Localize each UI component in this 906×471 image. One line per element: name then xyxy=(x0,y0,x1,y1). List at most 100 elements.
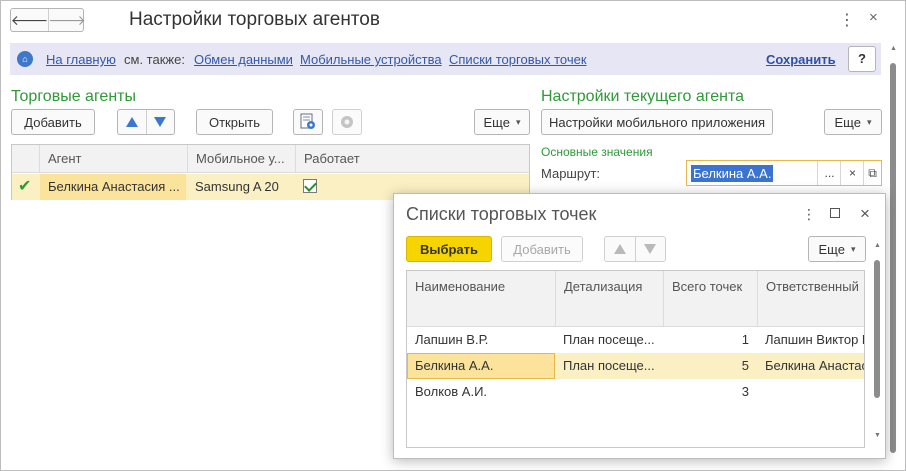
popup-title: Списки торговых точек xyxy=(406,204,597,224)
popup-maximize-icon[interactable] xyxy=(830,208,840,218)
save-link[interactable]: Сохранить xyxy=(766,52,836,67)
open-agent-button[interactable]: Открыть xyxy=(196,109,273,135)
arrow-up-icon xyxy=(125,117,138,127)
popup-move-buttons xyxy=(604,236,666,262)
checkmark-icon: ✔ xyxy=(18,178,32,195)
arrow-down-icon xyxy=(154,117,167,127)
move-buttons xyxy=(117,109,175,135)
app-window: 🡐 🡒 Настройки торговых агентов ⋮ × ⌂ На … xyxy=(0,0,906,471)
arrow-left-icon: 🡐 xyxy=(10,11,49,28)
command-bar: ⌂ На главную см. также: Обмен данными Мо… xyxy=(10,43,881,75)
chevron-down-icon: ▾ xyxy=(850,243,856,254)
column-header-active[interactable]: Работает xyxy=(295,145,531,173)
name-cell[interactable]: Лапшин В.Р. xyxy=(407,327,555,353)
detail-cell[interactable]: План посеще... xyxy=(555,353,663,379)
popup-close-icon[interactable]: × xyxy=(860,204,870,224)
route-clear-icon[interactable]: × xyxy=(840,161,864,185)
chevron-down-icon: ▾ xyxy=(866,116,872,127)
trade-points-popup: Списки торговых точек ⋮ × Выбрать Добави… xyxy=(393,193,886,459)
column-header-agent[interactable]: Агент xyxy=(39,145,187,173)
total-cell[interactable]: 3 xyxy=(663,379,757,405)
owner-cell[interactable] xyxy=(757,379,864,405)
more-label: Еще xyxy=(834,114,861,130)
route-open-icon[interactable]: ⧉ xyxy=(863,161,881,185)
route-value[interactable]: Белкина А.А. xyxy=(691,165,774,182)
agents-table-header: Агент Мобильное у... Работает xyxy=(12,145,529,173)
select-button[interactable]: Выбрать xyxy=(406,236,492,262)
move-up-button[interactable] xyxy=(118,110,146,134)
forward-button[interactable]: 🡒 xyxy=(48,9,86,31)
more-menu-icon[interactable]: ⋮ xyxy=(839,10,855,30)
main-scrollbar[interactable]: ▲ xyxy=(887,43,899,459)
title-bar: 🡐 🡒 Настройки торговых агентов ⋮ × xyxy=(1,1,905,39)
route-field[interactable]: Белкина А.А. ... × ⧉ xyxy=(686,160,882,186)
agents-section-title: Торговые агенты xyxy=(11,88,136,105)
trade-points-table: Наименование Детализация Всего точек Отв… xyxy=(406,270,865,448)
gear-action-button[interactable] xyxy=(332,109,362,135)
name-cell[interactable]: Белкина А.А. xyxy=(407,353,555,379)
column-header-device[interactable]: Мобильное у... xyxy=(187,145,295,173)
popup-scrollbar[interactable]: ▲ ▼ xyxy=(871,242,883,448)
table-row[interactable]: Лапшин В.Р. План посеще... 1 Лапшин Викт… xyxy=(407,327,864,353)
active-checkbox[interactable] xyxy=(303,179,317,193)
more-label: Еще xyxy=(818,241,845,257)
trade-points-lists-link[interactable]: Списки торговых точек xyxy=(449,52,587,67)
popup-more-icon[interactable]: ⋮ xyxy=(802,206,816,223)
owner-cell[interactable]: Белкина Анастася xyxy=(757,353,864,379)
device-cell[interactable]: Samsung A 20 xyxy=(187,174,295,200)
settings-action-button[interactable] xyxy=(293,109,323,135)
move-down-button[interactable] xyxy=(145,110,175,134)
scroll-up-icon[interactable]: ▲ xyxy=(890,45,897,52)
trade-points-table-header: Наименование Детализация Всего точек Отв… xyxy=(407,271,864,327)
arrow-up-icon xyxy=(613,244,626,254)
current-agent-more-button[interactable]: Еще ▾ xyxy=(824,109,882,135)
popup-add-button[interactable]: Добавить xyxy=(501,236,583,262)
arrow-right-icon: 🡒 xyxy=(48,11,86,28)
help-button[interactable]: ? xyxy=(848,46,876,72)
mobile-devices-link[interactable]: Мобильные устройства xyxy=(300,52,442,67)
home-link[interactable]: На главную xyxy=(46,52,116,67)
arrow-down-icon xyxy=(644,244,657,254)
add-agent-button[interactable]: Добавить xyxy=(11,109,95,135)
agents-table: Агент Мобильное у... Работает ✔ Белкина … xyxy=(11,144,530,200)
active-cell[interactable] xyxy=(295,174,355,200)
more-label: Еще xyxy=(483,114,510,130)
popup-move-down-button[interactable] xyxy=(634,237,666,261)
popup-more-button[interactable]: Еще ▾ xyxy=(808,236,866,262)
close-icon[interactable]: × xyxy=(869,9,878,26)
see-also-label: см. также: xyxy=(124,52,185,67)
column-header-detail[interactable]: Детализация xyxy=(555,271,663,327)
name-cell[interactable]: Волков А.И. xyxy=(407,379,555,405)
agent-name-cell[interactable]: Белкина Анастасия ... xyxy=(40,174,186,200)
detail-cell[interactable] xyxy=(555,379,663,405)
mobile-app-settings-button[interactable]: Настройки мобильного приложения xyxy=(541,109,773,135)
current-agent-section-title: Настройки текущего агента xyxy=(541,88,744,105)
scroll-down-icon[interactable]: ▼ xyxy=(874,432,881,439)
back-button[interactable]: 🡐 xyxy=(10,9,49,31)
column-header-name[interactable]: Наименование xyxy=(407,271,555,327)
agents-more-button[interactable]: Еще ▾ xyxy=(474,109,530,135)
total-cell[interactable]: 1 xyxy=(663,327,757,353)
table-row[interactable]: Волков А.И. 3 xyxy=(407,379,864,405)
main-values-group-title: Основные значения xyxy=(541,145,653,159)
data-exchange-link[interactable]: Обмен данными xyxy=(194,52,293,67)
main-scroll-thumb[interactable] xyxy=(890,63,896,453)
document-gear-icon xyxy=(300,113,315,129)
popup-scroll-thumb[interactable] xyxy=(874,260,880,398)
detail-cell[interactable]: План посеще... xyxy=(555,327,663,353)
scroll-up-icon[interactable]: ▲ xyxy=(874,242,881,249)
chevron-down-icon: ▾ xyxy=(515,116,521,127)
current-row-icon: ✔ xyxy=(12,174,39,200)
window-title: Настройки торговых агентов xyxy=(129,9,380,30)
owner-cell[interactable]: Лапшин Виктор Р xyxy=(757,327,864,353)
navigation-buttons: 🡐 🡒 xyxy=(10,8,86,32)
popup-move-up-button[interactable] xyxy=(605,237,635,261)
column-header-owner[interactable]: Ответственный xyxy=(757,271,864,327)
table-row[interactable]: Белкина А.А. План посеще... 5 Белкина Ан… xyxy=(407,353,864,379)
route-select-button[interactable]: ... xyxy=(817,161,841,185)
column-header-total[interactable]: Всего точек xyxy=(663,271,757,327)
home-icon[interactable]: ⌂ xyxy=(17,51,33,67)
total-cell[interactable]: 5 xyxy=(663,353,757,379)
gear-icon xyxy=(341,116,353,128)
status-column-header xyxy=(12,145,39,173)
